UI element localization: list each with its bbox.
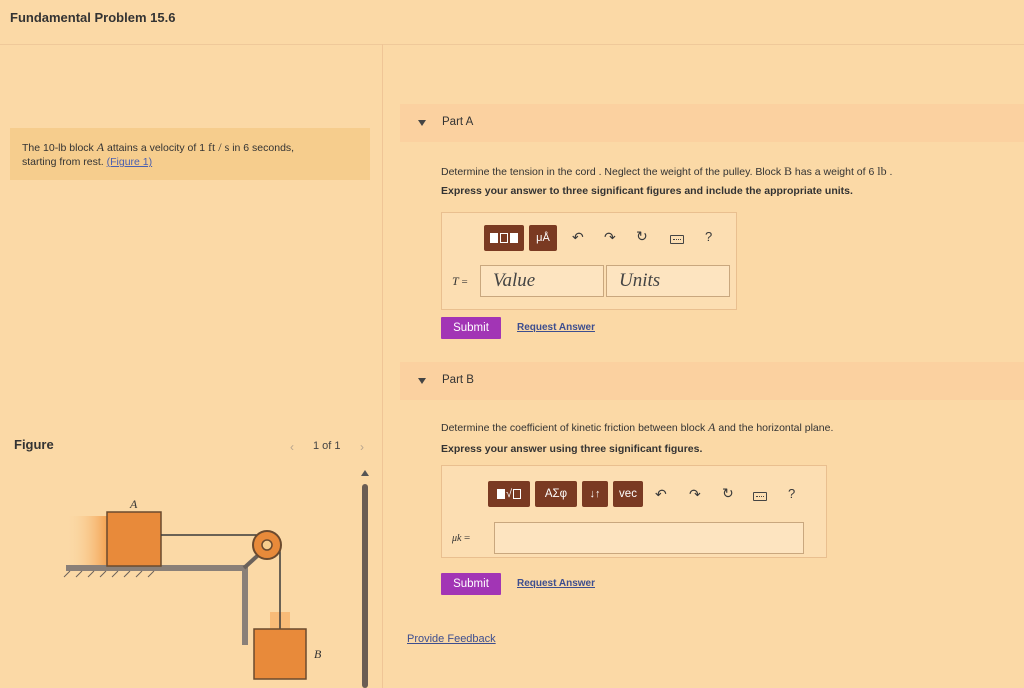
part-a-question-block: B (784, 164, 793, 178)
help-icon[interactable]: ? (705, 229, 712, 244)
block-b (253, 628, 307, 680)
block-a-label: A (129, 497, 138, 511)
part-a-question-prefix: Determine the tension in the cord . Negl… (441, 166, 784, 178)
figure-scrollbar[interactable] (362, 484, 368, 688)
part-a-answer-panel: μÅ ↶ ↷ ↻ ? T = Value Units (441, 212, 737, 310)
collapse-triangle-icon[interactable] (418, 378, 426, 384)
part-b-request-answer-link[interactable]: Request Answer (517, 578, 595, 589)
greek-symbols-button[interactable]: ΑΣφ (535, 481, 577, 507)
mu-k-input[interactable] (494, 522, 804, 554)
part-a-question-middle: has a weight of 6 (792, 166, 878, 178)
problem-unit: ft / s (207, 140, 230, 154)
template-filled-icon-2 (510, 233, 518, 243)
collapse-triangle-icon[interactable] (418, 120, 426, 126)
part-a-question: Determine the tension in the cord . Negl… (441, 164, 892, 179)
part-b-instruction: Express your answer using three signific… (441, 443, 703, 455)
sqrt-icon: √ (505, 488, 513, 500)
figure-pager: 1 of 1 (313, 440, 341, 452)
page-title: Fundamental Problem 15.6 (10, 10, 176, 25)
template-empty-icon (513, 489, 522, 499)
undo-icon[interactable]: ↶ (655, 486, 667, 503)
figure-heading: Figure (14, 437, 54, 452)
part-a-request-answer-link[interactable]: Request Answer (517, 322, 595, 333)
motion-glow-a (66, 516, 108, 566)
part-b-question-prefix: Determine the coefficient of kinetic fri… (441, 422, 709, 434)
problem-line-2: starting from rest. (Figure 1) (22, 155, 358, 169)
figure-diagram: A B (63, 497, 322, 680)
problem-text-3: in 6 seconds, (229, 142, 295, 154)
block-b-label: B (314, 647, 322, 661)
part-a-equals: = (461, 276, 468, 288)
variable-mu-k: μk (452, 533, 462, 544)
reset-icon[interactable]: ↻ (722, 485, 734, 502)
scroll-up-arrow-icon[interactable] (361, 470, 369, 476)
undo-icon[interactable]: ↶ (572, 229, 584, 246)
redo-icon[interactable]: ↷ (689, 486, 701, 503)
template-filled-icon (490, 233, 498, 243)
part-b-question-suffix: and the horizontal plane. (715, 422, 834, 434)
subscript-superscript-button[interactable]: ↓↑ (582, 481, 608, 507)
keyboard-icon[interactable] (753, 492, 767, 501)
problem-text-1: The 10-lb block (22, 142, 97, 154)
provide-feedback-link[interactable]: Provide Feedback (407, 633, 496, 645)
vector-button[interactable]: vec (613, 481, 643, 507)
help-icon[interactable]: ? (788, 486, 795, 501)
reset-icon[interactable]: ↻ (636, 228, 648, 245)
part-b-submit-button[interactable]: Submit (441, 573, 501, 595)
figure-prev-button[interactable]: ‹ (290, 440, 294, 454)
part-b-equals: = (463, 532, 471, 544)
part-a-submit-button[interactable]: Submit (441, 317, 501, 339)
part-a-label: Part A (442, 116, 474, 128)
part-a-question-unit: lb (877, 164, 887, 178)
problem-statement: The 10-lb block A attains a velocity of … (10, 128, 370, 180)
variable-mu-label: μk = (452, 532, 470, 544)
figure-link[interactable]: (Figure 1) (107, 156, 153, 168)
keyboard-icon[interactable] (670, 235, 684, 244)
variable-t: T (452, 274, 459, 288)
part-a-instruction: Express your answer to three significant… (441, 185, 853, 197)
part-b-question: Determine the coefficient of kinetic fri… (441, 420, 833, 435)
variable-t-label: T = (452, 274, 468, 289)
template-empty-icon (500, 233, 508, 243)
part-a-header[interactable]: Part A (400, 104, 1024, 142)
pulley-hub (261, 539, 273, 551)
units-icon: μÅ (536, 232, 550, 244)
templates-button[interactable] (484, 225, 524, 251)
units-button[interactable]: μÅ (529, 225, 557, 251)
part-b-answer-panel: √ ΑΣφ ↓↑ vec ↶ ↷ ↻ ? μk = (441, 465, 827, 558)
problem-text-4: starting from rest. (22, 156, 107, 169)
block-a (106, 511, 162, 567)
redo-icon[interactable]: ↷ (604, 229, 616, 246)
wall-support (242, 565, 248, 645)
templates-button[interactable]: √ (488, 481, 530, 507)
part-a-question-suffix: . (886, 166, 893, 178)
template-filled-icon (496, 489, 505, 499)
units-input[interactable]: Units (606, 265, 730, 297)
part-b-header[interactable]: Part B (400, 362, 1024, 400)
plane-hatch (63, 570, 155, 578)
figure-next-button[interactable]: › (360, 440, 364, 454)
header-divider (0, 44, 1024, 45)
column-divider (382, 44, 383, 688)
problem-block-symbol: A (96, 140, 105, 154)
part-b-label: Part B (442, 374, 474, 386)
value-input[interactable]: Value (480, 265, 604, 297)
problem-text-2: attains a velocity of 1 (104, 142, 208, 154)
problem-line-1: The 10-lb block A attains a velocity of … (22, 139, 358, 155)
